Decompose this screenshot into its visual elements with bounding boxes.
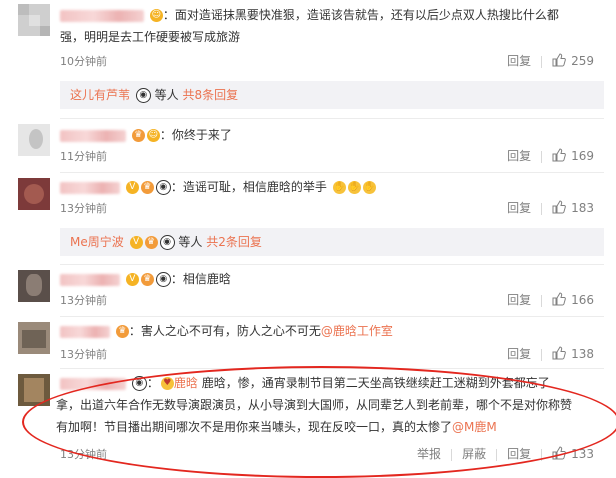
crown-badge-icon: ♛ [144, 236, 158, 249]
vip-v-icon: V [125, 181, 139, 194]
highlight-oval [22, 366, 616, 478]
comment-actions: 回复 183 [489, 199, 594, 216]
reply-button[interactable]: 回复 [507, 199, 531, 216]
comment-time: 13分钟前 [60, 294, 107, 307]
thumbs-up-icon [552, 53, 566, 67]
comment-text-cont: 强，明明是去工作硬要被写成旅游 [60, 30, 241, 44]
reply-mid: 等人 [154, 88, 179, 102]
emoji-icon: ☺ [146, 129, 160, 142]
reply-button[interactable]: 回复 [507, 291, 531, 308]
emoji-icon: ☺ [149, 9, 163, 22]
thumbs-up-icon [552, 148, 566, 162]
avatar[interactable] [18, 4, 50, 36]
crown-badge-icon: ♛ [140, 181, 154, 194]
vip-v-icon: V [129, 236, 143, 249]
like-button[interactable]: 259 [552, 53, 594, 68]
comment-text: 害人之心不可有，防人之心不可无 [140, 324, 321, 338]
comment-actions: 回复 259 [489, 52, 594, 69]
divider [541, 150, 543, 163]
divider [60, 172, 604, 173]
vip-v-icon: V [125, 273, 139, 286]
reply-button[interactable]: 回复 [507, 52, 531, 69]
comment-time: 13分钟前 [60, 348, 107, 361]
divider [541, 55, 543, 68]
like-button[interactable]: 166 [552, 292, 594, 307]
avatar[interactable] [18, 178, 50, 210]
comment-actions: 回复 169 [489, 147, 594, 164]
vip-badge-icon: ♛ [131, 129, 145, 142]
divider [60, 118, 604, 119]
comment-time: 13分钟前 [60, 202, 107, 215]
crown-badge-icon: ♛ [140, 273, 154, 286]
thumbs-up-icon [552, 200, 566, 214]
panda-badge-icon: ◉ [135, 88, 151, 103]
like-button[interactable]: 183 [552, 200, 594, 215]
avatar[interactable] [18, 270, 50, 302]
like-count: 138 [571, 347, 594, 361]
avatar[interactable] [18, 124, 50, 156]
comment-actions: 回复 138 [489, 345, 594, 362]
like-count: 183 [571, 201, 594, 215]
panda-badge-icon: ◉ [155, 272, 171, 287]
username-blurred[interactable] [60, 273, 120, 286]
thumbs-up-icon [552, 346, 566, 360]
crown-badge-icon: ♛ [115, 325, 129, 338]
comment-text: 面对造谣抹黑要快准狠，造谣该告就告，还有以后少点双人热搜比什么都 [174, 8, 559, 22]
comment-time: 11分钟前 [60, 150, 107, 163]
username-blurred[interactable] [60, 9, 144, 22]
more-replies-link[interactable]: 共2条回复 [206, 235, 262, 249]
raise-hand-emoji-icon: ✋ [332, 181, 346, 194]
comment-actions: 回复 166 [489, 291, 594, 308]
raise-hand-emoji-icon: ✋ [362, 181, 376, 194]
like-count: 169 [571, 149, 594, 163]
sub-replies[interactable]: Me周宁波 V ♛ ◉ 等人 共2条回复 [60, 228, 604, 256]
reply-button[interactable]: 回复 [507, 147, 531, 164]
divider [541, 348, 543, 361]
comment-text: 相信鹿晗 [182, 272, 231, 286]
mention-link[interactable]: @鹿晗工作室 [321, 324, 393, 338]
comment-text: 你终于来了 [171, 128, 232, 142]
divider [60, 316, 604, 317]
divider [541, 202, 543, 215]
like-button[interactable]: 169 [552, 148, 594, 163]
like-count: 259 [571, 54, 594, 68]
divider [541, 294, 543, 307]
raise-hand-emoji-icon: ✋ [347, 181, 361, 194]
divider [60, 264, 604, 265]
reply-mid: 等人 [178, 235, 203, 249]
more-replies-link[interactable]: 共8条回复 [183, 88, 239, 102]
avatar[interactable] [18, 322, 50, 354]
thumbs-up-icon [552, 292, 566, 306]
panda-badge-icon: ◉ [155, 180, 171, 195]
like-button[interactable]: 138 [552, 346, 594, 361]
reply-button[interactable]: 回复 [507, 345, 531, 362]
comment-text: 造谣可耻，相信鹿晗的举手 [182, 180, 327, 194]
panda-badge-icon: ◉ [159, 235, 175, 250]
like-count: 166 [571, 293, 594, 307]
username-blurred[interactable] [60, 129, 126, 142]
reply-username[interactable]: Me周宁波 [70, 235, 124, 249]
sub-replies[interactable]: 这儿有芦苇 ◉ 等人 共8条回复 [60, 81, 604, 109]
comment-time: 10分钟前 [60, 55, 107, 68]
reply-username[interactable]: 这儿有芦苇 [70, 88, 130, 102]
username-blurred[interactable] [60, 181, 120, 194]
username-blurred[interactable] [60, 325, 110, 338]
